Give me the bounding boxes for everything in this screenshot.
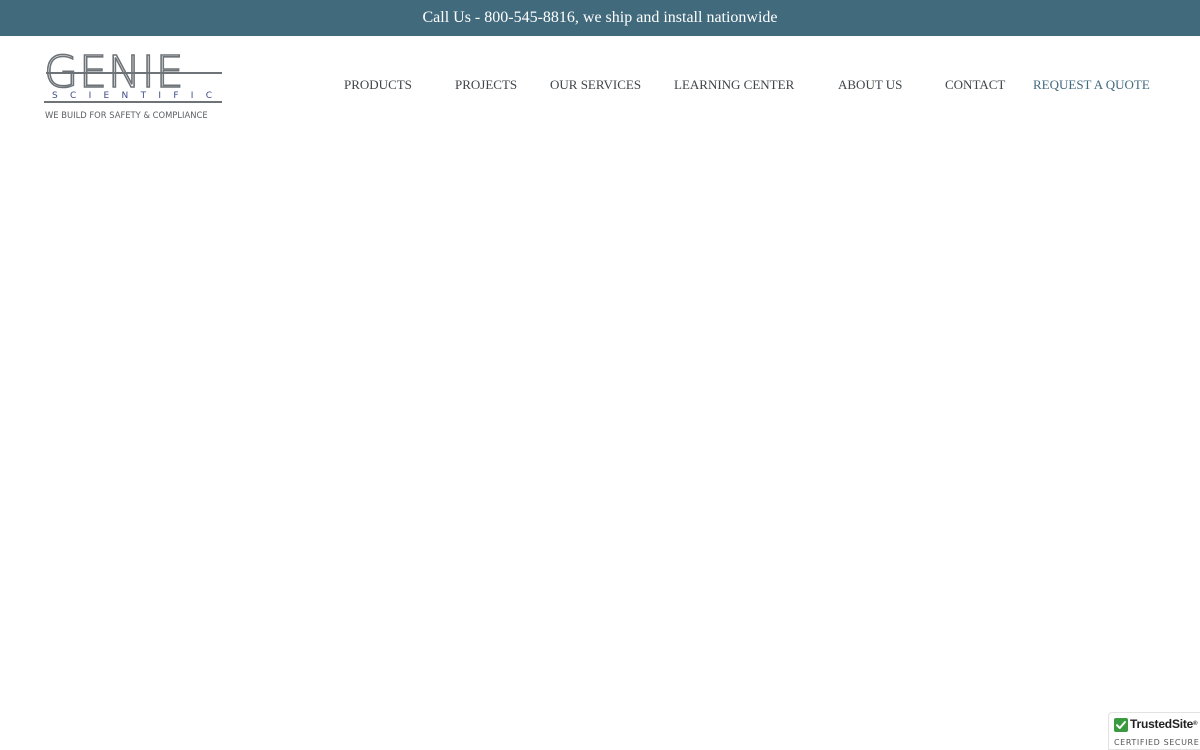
certified-secure-label: CERTIFIED SECURE [1114,738,1200,747]
nav-item-projects[interactable]: PROJECTS [455,78,517,92]
nav-item-about-us[interactable]: ABOUT US [838,78,902,92]
trustedsite-brand-trusted: Trusted [1130,717,1172,731]
announcement-text: Call Us - 800-545-8816, we ship and inst… [422,9,778,26]
trustedsite-badge[interactable]: TrustedSite® CERTIFIED SECURE [1108,712,1200,750]
nav-item-learning-center[interactable]: LEARNING CENTER [674,78,794,92]
nav-item-contact[interactable]: CONTACT [945,78,1005,92]
trustedsite-brand: TrustedSite® [1130,717,1198,731]
nav-item-our-services[interactable]: OUR SERVICES [550,78,641,92]
trustedsite-brand-site: Site [1171,717,1194,731]
checkmark-icon [1114,718,1128,732]
logo-divider [44,101,222,103]
top-announcement-bar: Call Us - 800-545-8816, we ship and inst… [0,0,1200,36]
nav-item-products[interactable]: PRODUCTS [344,78,412,92]
site-header: GENIE SCIENTIFIC WE BUILD FOR SAFETY & C… [0,36,1200,136]
logo-subtitle: SCIENTIFIC [52,91,225,101]
logo-divider [46,72,222,74]
logo-tagline: WE BUILD FOR SAFETY & COMPLIANCE [45,110,208,120]
genie-scientific-logo[interactable]: GENIE SCIENTIFIC WE BUILD FOR SAFETY & C… [43,50,226,123]
trademark-symbol: ® [1193,721,1198,727]
request-a-quote-link[interactable]: REQUEST A QUOTE [1033,78,1150,92]
